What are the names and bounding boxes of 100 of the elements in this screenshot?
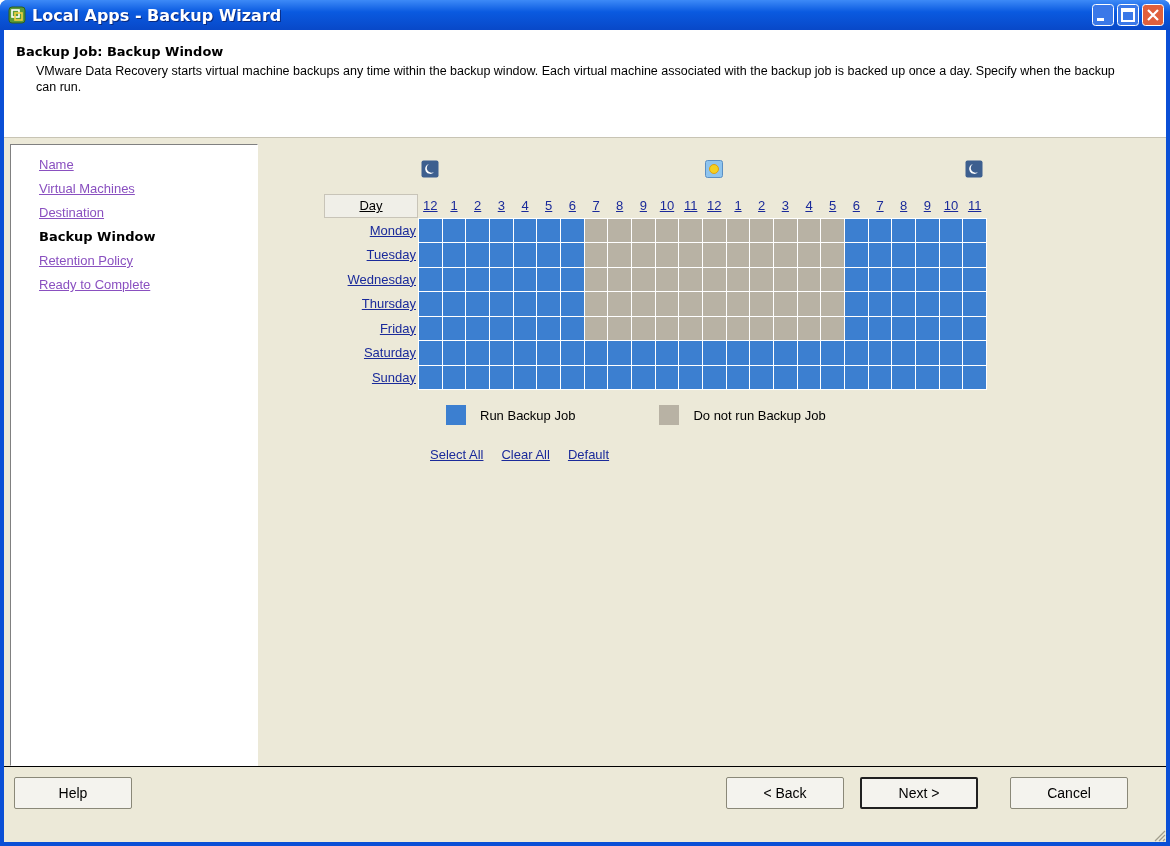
time-slot[interactable] [537,267,560,291]
time-slot[interactable] [561,218,584,242]
time-slot[interactable] [466,267,489,291]
time-slot[interactable] [703,365,726,389]
time-slot[interactable] [868,243,892,267]
time-slot[interactable] [584,218,608,242]
time-slot[interactable] [655,267,679,291]
time-slot[interactable] [868,316,892,340]
back-button[interactable]: < Back [726,777,844,809]
time-slot[interactable] [679,365,702,389]
hour-link[interactable]: 10 [939,194,963,218]
time-slot[interactable] [513,365,537,389]
time-slot[interactable] [561,365,584,389]
time-slot[interactable] [797,292,821,316]
time-slot[interactable] [632,365,655,389]
maximize-button[interactable] [1117,4,1139,26]
time-slot[interactable] [916,267,939,291]
help-button[interactable]: Help [14,777,132,809]
hour-link[interactable]: 5 [537,194,560,218]
time-slot[interactable] [608,365,631,389]
time-slot[interactable] [466,218,489,242]
time-slot[interactable] [939,341,963,365]
hour-link[interactable]: 4 [797,194,821,218]
time-slot[interactable] [868,365,892,389]
day-link[interactable]: Saturday [324,341,418,365]
day-link[interactable]: Tuesday [324,243,418,267]
time-slot[interactable] [845,218,868,242]
time-slot[interactable] [419,218,442,242]
time-slot[interactable] [797,341,821,365]
hour-link[interactable]: 7 [584,194,608,218]
time-slot[interactable] [797,218,821,242]
time-slot[interactable] [537,316,560,340]
hour-link[interactable]: 3 [490,194,513,218]
time-slot[interactable] [442,267,466,291]
time-slot[interactable] [513,316,537,340]
time-slot[interactable] [916,316,939,340]
day-link[interactable]: Sunday [324,365,418,389]
time-slot[interactable] [750,267,773,291]
time-slot[interactable] [584,365,608,389]
hour-link[interactable]: 10 [655,194,679,218]
time-slot[interactable] [584,292,608,316]
time-slot[interactable] [892,267,915,291]
time-slot[interactable] [442,243,466,267]
time-slot[interactable] [939,316,963,340]
time-slot[interactable] [513,292,537,316]
hour-link[interactable]: 6 [845,194,868,218]
time-slot[interactable] [655,341,679,365]
time-slot[interactable] [892,218,915,242]
time-slot[interactable] [513,218,537,242]
time-slot[interactable] [655,292,679,316]
time-slot[interactable] [821,267,844,291]
time-slot[interactable] [750,365,773,389]
time-slot[interactable] [419,365,442,389]
time-slot[interactable] [490,316,513,340]
hour-link[interactable]: 8 [892,194,915,218]
hour-link[interactable]: 12 [419,194,442,218]
step-link[interactable]: Destination [39,201,105,225]
hour-link[interactable]: 7 [868,194,892,218]
time-slot[interactable] [797,267,821,291]
day-link[interactable]: Friday [324,316,418,340]
resize-grip-icon[interactable] [1152,828,1166,842]
time-slot[interactable] [750,218,773,242]
hour-link[interactable]: 2 [750,194,773,218]
hour-link[interactable]: 1 [442,194,466,218]
time-slot[interactable] [513,243,537,267]
time-slot[interactable] [419,316,442,340]
time-slot[interactable] [939,267,963,291]
time-slot[interactable] [868,292,892,316]
time-slot[interactable] [584,243,608,267]
action-link[interactable]: Default [567,447,610,462]
time-slot[interactable] [939,218,963,242]
step-link[interactable]: Virtual Machines [39,177,135,201]
next-button[interactable]: Next > [860,777,978,809]
time-slot[interactable] [490,267,513,291]
step-link[interactable]: Ready to Complete [39,273,151,297]
hour-link[interactable]: 8 [608,194,631,218]
time-slot[interactable] [726,243,750,267]
time-slot[interactable] [868,341,892,365]
time-slot[interactable] [726,218,750,242]
step-link[interactable]: Retention Policy [39,249,133,273]
time-slot[interactable] [726,292,750,316]
time-slot[interactable] [513,267,537,291]
time-slot[interactable] [845,365,868,389]
current-step[interactable]: Backup Window [39,225,156,249]
time-slot[interactable] [821,316,844,340]
time-slot[interactable] [679,218,702,242]
time-slot[interactable] [774,365,797,389]
time-slot[interactable] [490,218,513,242]
time-slot[interactable] [797,365,821,389]
day-link[interactable]: Monday [324,218,418,242]
hour-link[interactable]: 6 [561,194,584,218]
time-slot[interactable] [632,267,655,291]
time-slot[interactable] [726,267,750,291]
time-slot[interactable] [963,267,986,291]
hour-link[interactable]: 4 [513,194,537,218]
hour-link[interactable]: 9 [916,194,939,218]
time-slot[interactable] [868,218,892,242]
hour-link[interactable]: 11 [679,194,702,218]
time-slot[interactable] [726,316,750,340]
time-slot[interactable] [442,316,466,340]
